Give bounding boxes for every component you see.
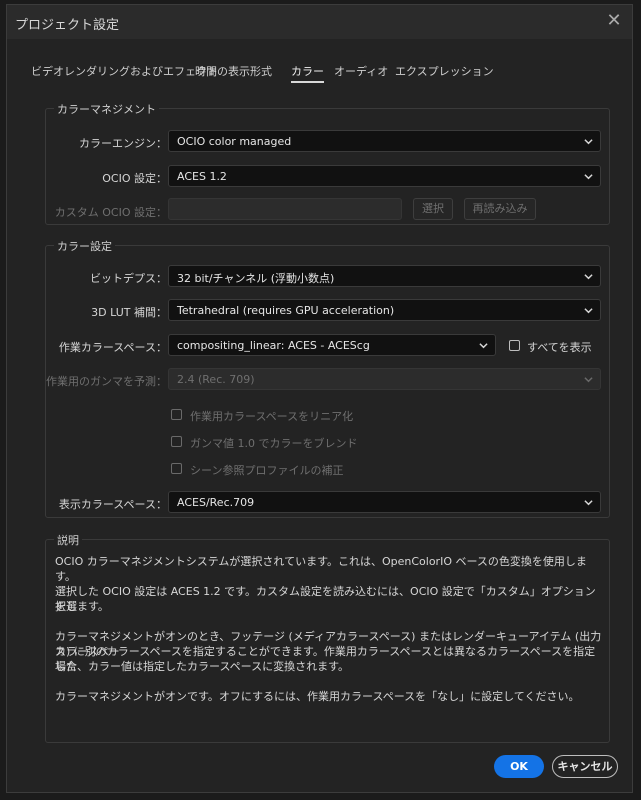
chevron-down-icon — [479, 343, 488, 349]
lut-interpolation-value: Tetrahedral (requires GPU acceleration) — [177, 304, 395, 317]
color-management-title: カラーマネジメント — [54, 101, 159, 117]
tab-video-rendering[interactable]: ビデオレンダリングおよびエフェクト — [31, 63, 218, 79]
project-settings-dialog: プロジェクト設定 ✕ ビデオレンダリングおよびエフェクト 時間の表示形式 カラー… — [6, 4, 633, 793]
chevron-down-icon — [584, 139, 593, 145]
cancel-button[interactable]: キャンセル — [552, 755, 618, 778]
linearize-checkbox — [171, 409, 182, 420]
chevron-down-icon — [584, 500, 593, 506]
description-text: 択します。 — [55, 600, 109, 613]
chevron-down-icon — [584, 377, 593, 383]
dialog-title: プロジェクト設定 — [15, 18, 120, 33]
reload-button: 再読み込み — [464, 198, 536, 220]
gamma-label: 作業用のガンマを予測： — [46, 375, 167, 388]
ocio-config-label: OCIO 設定： — [102, 172, 167, 185]
description-title: 説明 — [54, 532, 82, 548]
color-engine-label: カラーエンジン： — [79, 137, 167, 150]
color-settings-title: カラー設定 — [54, 238, 115, 254]
lut-interpolation-select[interactable]: Tetrahedral (requires GPU acceleration) — [168, 299, 601, 321]
bit-depth-select[interactable]: 32 bit/チャンネル (浮動小数点) — [168, 265, 601, 287]
linearize-label: 作業用カラースペースをリニア化 — [190, 410, 354, 423]
tab-color[interactable]: カラー — [291, 63, 324, 83]
scene-profile-label: シーン参照プロファイルの補正 — [190, 464, 344, 477]
lut-interpolation-label: 3D LUT 補間： — [91, 306, 167, 319]
chevron-down-icon — [584, 274, 593, 280]
description-text: カラーマネジメントがオンです。オフにするには、作業用カラースペースを「なし」に設… — [55, 690, 580, 703]
working-space-label: 作業カラースペース： — [58, 341, 167, 354]
ocio-config-select[interactable]: ACES 1.2 — [168, 165, 601, 187]
description-group: 説明 OCIO カラーマネジメントシステムが選択されています。これは、OpenC… — [45, 532, 610, 743]
title-bar: プロジェクト設定 ✕ — [7, 5, 632, 39]
show-all-checkbox[interactable] — [509, 340, 520, 351]
custom-ocio-path-input — [168, 198, 402, 220]
working-space-select[interactable]: compositing_linear: ACES - ACEScg — [168, 334, 496, 356]
scene-profile-checkbox — [171, 463, 182, 474]
color-settings-group: カラー設定 ビットデプス： 32 bit/チャンネル (浮動小数点) 3D LU… — [45, 238, 610, 518]
gamma-select: 2.4 (Rec. 709) — [168, 368, 601, 390]
close-icon[interactable]: ✕ — [604, 11, 624, 31]
bit-depth-value: 32 bit/チャンネル (浮動小数点) — [177, 272, 335, 285]
custom-ocio-label: カスタム OCIO 設定： — [54, 206, 167, 219]
color-management-group: カラーマネジメント カラーエンジン： OCIO color managed OC… — [45, 101, 610, 225]
chevron-down-icon — [584, 308, 593, 314]
ocio-config-value: ACES 1.2 — [177, 170, 227, 183]
tab-expressions[interactable]: エクスプレッション — [395, 63, 494, 79]
tab-time-display[interactable]: 時間の表示形式 — [195, 63, 272, 79]
blend-gamma-checkbox — [171, 436, 182, 447]
select-button: 選択 — [413, 198, 453, 220]
bit-depth-label: ビットデプス： — [90, 272, 167, 285]
blend-gamma-label: ガンマ値 1.0 でカラーをブレンド — [190, 437, 358, 450]
ok-button[interactable]: OK — [494, 755, 544, 778]
display-space-select[interactable]: ACES/Rec.709 — [168, 491, 601, 513]
chevron-down-icon — [584, 174, 593, 180]
color-engine-select[interactable]: OCIO color managed — [168, 130, 601, 152]
display-space-label: 表示カラースペース： — [58, 498, 167, 511]
working-space-value: compositing_linear: ACES - ACEScg — [177, 339, 370, 352]
color-engine-value: OCIO color managed — [177, 135, 292, 148]
show-all-label: すべてを表示 — [527, 341, 592, 354]
description-text: OCIO カラーマネジメントシステムが選択されています。これは、OpenColo… — [55, 555, 587, 583]
display-space-value: ACES/Rec.709 — [177, 496, 255, 509]
tab-audio[interactable]: オーディオ — [334, 63, 388, 79]
gamma-value: 2.4 (Rec. 709) — [177, 373, 255, 386]
description-text: 場合、カラー値は指定したカラースペースに変換されます。 — [55, 660, 350, 673]
